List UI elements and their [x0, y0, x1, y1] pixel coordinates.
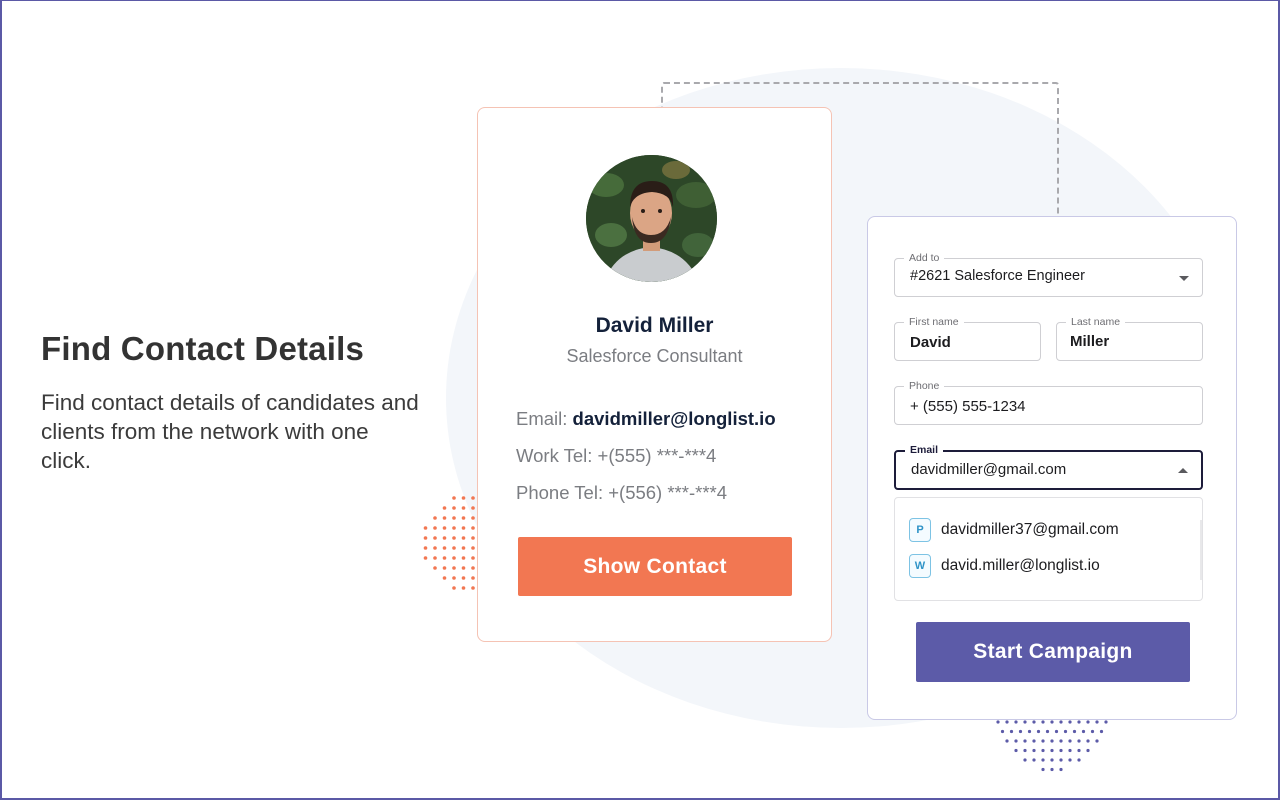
email-option[interactable]: W david.miller@longlist.io [909, 554, 1100, 578]
first-name-field[interactable]: First name David [894, 315, 1041, 361]
phone-field[interactable]: Phone + (555) 555-1234 [894, 379, 1203, 425]
add-to-label: Add to [904, 251, 945, 265]
first-name-value: David [910, 334, 951, 351]
person-photo-icon [586, 155, 717, 282]
email-label: Email: [516, 408, 568, 429]
phone-tel-row: Phone Tel: +(556) ***-***4 [516, 482, 728, 503]
add-to-select[interactable]: Add to #2621 Salesforce Engineer [894, 251, 1203, 297]
add-contact-form: Add to #2621 Salesforce Engineer First n… [867, 216, 1237, 720]
phone-value: + (555) 555-1234 [910, 398, 1026, 415]
contact-role: Salesforce Consultant [566, 346, 743, 366]
start-campaign-button[interactable]: Start Campaign [916, 622, 1190, 682]
hero-section: Find Contact Details Find contact detail… [41, 330, 421, 475]
email-option-text: david.miller@longlist.io [941, 557, 1100, 574]
work-tag-icon: W [909, 554, 931, 578]
email-value[interactable]: davidmiller@longlist.io [573, 408, 776, 429]
email-option[interactable]: P davidmiller37@gmail.com [909, 518, 1119, 542]
email-option-text: davidmiller37@gmail.com [941, 521, 1119, 538]
email-row: Email: davidmiller@longlist.io [516, 408, 776, 430]
purple-dot-pattern [996, 720, 1108, 772]
last-name-label: Last name [1066, 315, 1126, 329]
email-field-value: davidmiller@gmail.com [911, 461, 1067, 478]
chevron-up-icon[interactable] [1178, 468, 1188, 473]
add-to-value: #2621 Salesforce Engineer [910, 268, 1085, 284]
hero-title: Find Contact Details [41, 330, 365, 367]
dropdown-scrollbar[interactable] [1200, 520, 1202, 580]
email-field-label: Email [905, 443, 944, 457]
email-dropdown: P davidmiller37@gmail.com W david.miller… [894, 497, 1203, 601]
avatar [586, 155, 717, 282]
show-contact-button[interactable]: Show Contact [518, 537, 792, 596]
chevron-down-icon[interactable] [1179, 276, 1189, 281]
email-select[interactable]: Email davidmiller@gmail.com [894, 443, 1203, 490]
personal-tag-icon: P [909, 518, 931, 542]
contact-name: David Miller [595, 314, 714, 337]
last-name-value: Miller [1070, 333, 1110, 350]
first-name-label: First name [904, 315, 964, 329]
work-tel-row: Work Tel: +(555) ***-***4 [516, 445, 717, 466]
profile-card: David Miller Salesforce Consultant Email… [477, 107, 832, 642]
phone-label: Phone [904, 379, 945, 393]
last-name-field[interactable]: Last name Miller [1056, 315, 1203, 361]
hero-description: Find contact details of candidates and c… [41, 390, 419, 473]
orange-dot-pattern [423, 496, 475, 590]
